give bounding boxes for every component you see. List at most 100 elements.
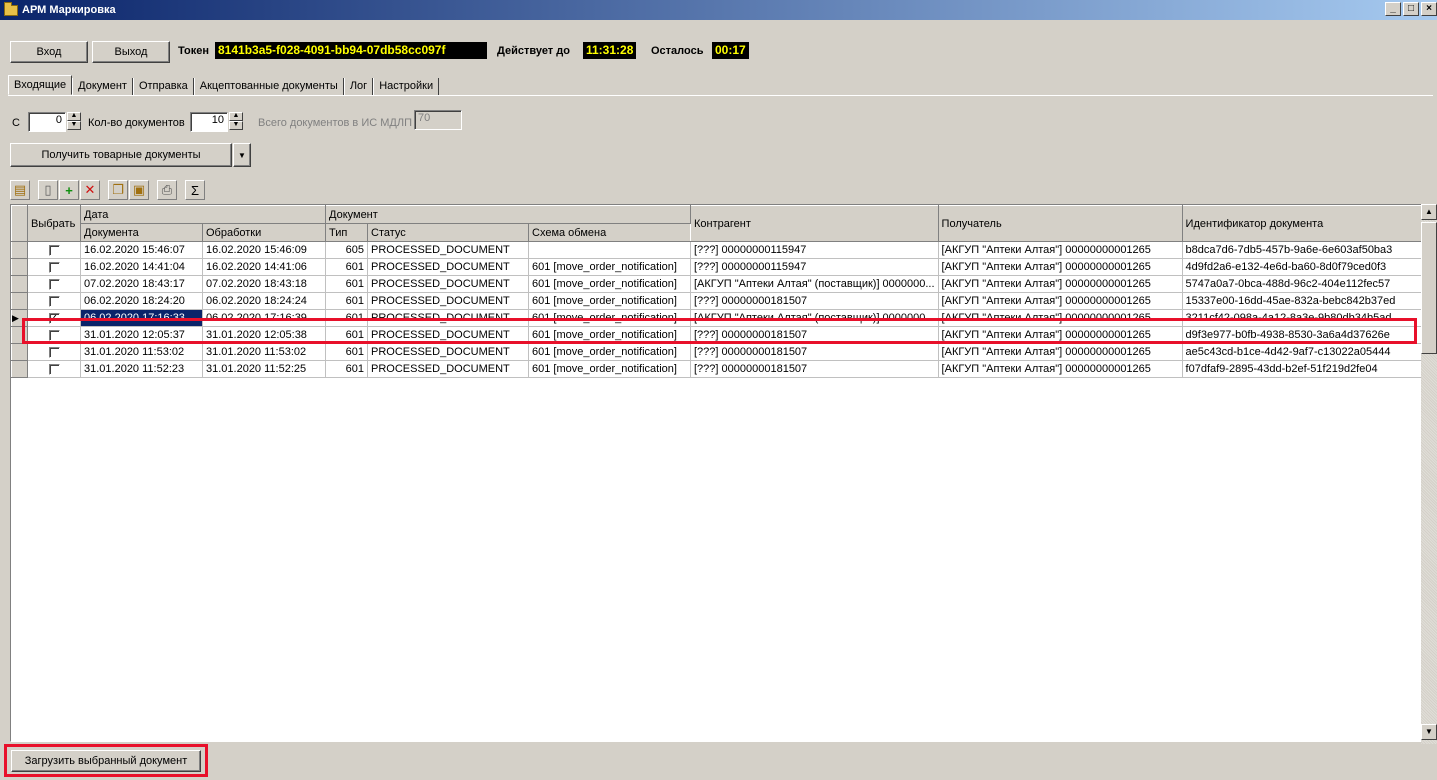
cell-doc-date[interactable]: 16.02.2020 14:41:04: [80, 258, 203, 276]
tab-accepted[interactable]: Акцептованные документы: [193, 78, 344, 95]
cell-scheme[interactable]: 601 [move_order_notification]: [528, 360, 691, 378]
cell-type[interactable]: 601: [325, 275, 368, 293]
col-recipient[interactable]: Получатель: [937, 205, 1183, 242]
cell-counterparty[interactable]: [???] 00000000181507: [690, 343, 939, 361]
count-input[interactable]: 10: [190, 112, 228, 132]
cell-doc-date[interactable]: 31.01.2020 11:53:02: [80, 343, 203, 361]
row-checkbox[interactable]: [48, 295, 60, 307]
row-checkbox-cell[interactable]: [27, 360, 81, 378]
cell-counterparty[interactable]: [???] 00000000115947: [690, 258, 939, 276]
table-row[interactable]: 16.02.2020 14:41:04 16.02.2020 14:41:06 60…: [11, 258, 1429, 276]
cell-scheme[interactable]: 601 [move_order_notification]: [528, 343, 691, 361]
row-checkbox-cell[interactable]: [27, 326, 81, 344]
maximize-icon[interactable]: □: [1403, 2, 1419, 16]
cell-doc-id[interactable]: 3211cf42-098a-4a12-8a3e-9b80db34b5ad: [1182, 309, 1429, 327]
col-select[interactable]: Выбрать: [27, 205, 81, 242]
spin-up-icon[interactable]: ▲: [67, 112, 81, 121]
properties-icon[interactable]: ▤: [10, 180, 30, 200]
from-input[interactable]: 0: [28, 112, 66, 132]
table-row[interactable]: 06.02.2020 18:24:20 06.02.2020 18:24:24 60…: [11, 292, 1429, 310]
cell-status[interactable]: PROCESSED_DOCUMENT: [367, 360, 529, 378]
cell-status[interactable]: PROCESSED_DOCUMENT: [367, 309, 529, 327]
cell-recipient[interactable]: [АКГУП "Аптеки Алтая"] 00000000001265: [938, 360, 1183, 378]
cell-recipient[interactable]: [АКГУП "Аптеки Алтая"] 00000000001265: [938, 309, 1183, 327]
cell-doc-date[interactable]: 16.02.2020 15:46:07: [80, 241, 203, 259]
documents-grid[interactable]: Выбрать Дата Документ Контрагент Получат…: [10, 204, 1437, 742]
cell-scheme[interactable]: 601 [move_order_notification]: [528, 309, 691, 327]
table-row[interactable]: 07.02.2020 18:43:17 07.02.2020 18:43:18 60…: [11, 275, 1429, 293]
exit-button[interactable]: Выход: [92, 41, 170, 63]
tab-send[interactable]: Отправка: [132, 78, 194, 95]
cell-processed[interactable]: 06.02.2020 18:24:24: [202, 292, 326, 310]
cell-doc-id[interactable]: f07dfaf9-2895-43dd-b2ef-51f219d2fe04: [1182, 360, 1429, 378]
row-checkbox[interactable]: [48, 346, 60, 358]
row-checkbox[interactable]: [48, 244, 60, 256]
cell-type[interactable]: 601: [325, 309, 368, 327]
cell-status[interactable]: PROCESSED_DOCUMENT: [367, 326, 529, 344]
col-doc-date[interactable]: Документа: [80, 223, 203, 242]
tab-log[interactable]: Лог: [343, 78, 374, 95]
cell-doc-id[interactable]: b8dca7d6-7db5-457b-9a6e-6e603af50ba3: [1182, 241, 1429, 259]
row-checkbox-cell[interactable]: [27, 343, 81, 361]
scroll-up-icon[interactable]: ▲: [1421, 204, 1437, 220]
cell-type[interactable]: 601: [325, 326, 368, 344]
row-checkbox-cell[interactable]: [27, 241, 81, 259]
row-checkbox-cell[interactable]: ✓: [27, 309, 81, 327]
cell-doc-date[interactable]: 31.01.2020 11:52:23: [80, 360, 203, 378]
row-checkbox[interactable]: [48, 261, 60, 273]
row-checkbox-cell[interactable]: [27, 258, 81, 276]
cell-recipient[interactable]: [АКГУП "Аптеки Алтая"] 00000000001265: [938, 326, 1183, 344]
from-spinner[interactable]: ▲ ▼: [67, 112, 81, 130]
cell-recipient[interactable]: [АКГУП "Аптеки Алтая"] 00000000001265: [938, 343, 1183, 361]
col-processed[interactable]: Обработки: [202, 223, 326, 242]
count-spinner[interactable]: ▲ ▼: [229, 112, 243, 130]
tab-incoming[interactable]: Входящие: [8, 75, 73, 95]
cell-processed[interactable]: 07.02.2020 18:43:18: [202, 275, 326, 293]
spin-up-icon[interactable]: ▲: [229, 112, 243, 121]
cell-status[interactable]: PROCESSED_DOCUMENT: [367, 343, 529, 361]
cell-recipient[interactable]: [АКГУП "Аптеки Алтая"] 00000000001265: [938, 258, 1183, 276]
spin-down-icon[interactable]: ▼: [67, 121, 81, 130]
get-documents-button[interactable]: Получить товарные документы: [10, 143, 232, 167]
minimize-icon[interactable]: _: [1385, 2, 1401, 16]
cell-counterparty[interactable]: [???] 00000000181507: [690, 326, 939, 344]
col-doc-id[interactable]: Идентификатор документа: [1181, 205, 1429, 242]
cell-processed[interactable]: 31.01.2020 12:05:38: [202, 326, 326, 344]
cell-counterparty[interactable]: [АКГУП "Аптеки Алтая" (поставщик)] 00000…: [690, 275, 939, 293]
tab-settings[interactable]: Настройки: [373, 78, 440, 95]
col-scheme[interactable]: Схема обмена: [528, 223, 691, 242]
cell-doc-id[interactable]: 4d9fd2a6-e132-4e6d-ba60-8d0f79ced0f3: [1182, 258, 1429, 276]
spin-down-icon[interactable]: ▼: [229, 121, 243, 130]
cell-recipient[interactable]: [АКГУП "Аптеки Алтая"] 00000000001265: [938, 275, 1183, 293]
row-checkbox[interactable]: [48, 329, 60, 341]
cell-status[interactable]: PROCESSED_DOCUMENT: [367, 241, 529, 259]
cell-doc-id[interactable]: d9f3e977-b0fb-4938-8530-3a6a4d37626e: [1182, 326, 1429, 344]
cell-doc-date[interactable]: 06.02.2020 17:16:33: [80, 309, 203, 327]
col-type[interactable]: Тип: [325, 223, 368, 242]
copy-icon[interactable]: ❐: [108, 180, 128, 200]
cell-doc-date[interactable]: 06.02.2020 18:24:20: [80, 292, 203, 310]
cell-recipient[interactable]: [АКГУП "Аптеки Алтая"] 00000000001265: [938, 241, 1183, 259]
new-doc-icon[interactable]: ▯: [38, 180, 58, 200]
cell-doc-id[interactable]: ae5c43cd-b1ce-4d42-9af7-c13022a05444: [1182, 343, 1429, 361]
cell-scheme[interactable]: [528, 241, 691, 259]
row-checkbox-cell[interactable]: [27, 292, 81, 310]
row-checkbox[interactable]: ✓: [48, 312, 60, 324]
cell-doc-date[interactable]: 31.01.2020 12:05:37: [80, 326, 203, 344]
table-row[interactable]: ▶ ✓ 06.02.2020 17:16:33 06.02.2020 17:16:39…: [11, 309, 1429, 327]
cell-scheme[interactable]: 601 [move_order_notification]: [528, 258, 691, 276]
row-checkbox[interactable]: [48, 363, 60, 375]
delete-icon[interactable]: ✕: [80, 180, 100, 200]
cell-scheme[interactable]: 601 [move_order_notification]: [528, 275, 691, 293]
table-row[interactable]: 16.02.2020 15:46:07 16.02.2020 15:46:09 60…: [11, 241, 1429, 259]
cell-status[interactable]: PROCESSED_DOCUMENT: [367, 292, 529, 310]
login-button[interactable]: Вход: [10, 41, 88, 63]
load-selected-document-button[interactable]: Загрузить выбранный документ: [11, 750, 201, 772]
add-icon[interactable]: +: [59, 180, 79, 200]
print-icon[interactable]: ⎙: [157, 180, 177, 200]
cell-doc-id[interactable]: 5747a0a7-0bca-488d-96c2-404e112fec57: [1182, 275, 1429, 293]
cell-doc-date[interactable]: 07.02.2020 18:43:17: [80, 275, 203, 293]
paste-icon[interactable]: ▣: [129, 180, 149, 200]
scroll-down-icon[interactable]: ▼: [1421, 724, 1437, 740]
cell-counterparty[interactable]: [???] 00000000181507: [690, 360, 939, 378]
